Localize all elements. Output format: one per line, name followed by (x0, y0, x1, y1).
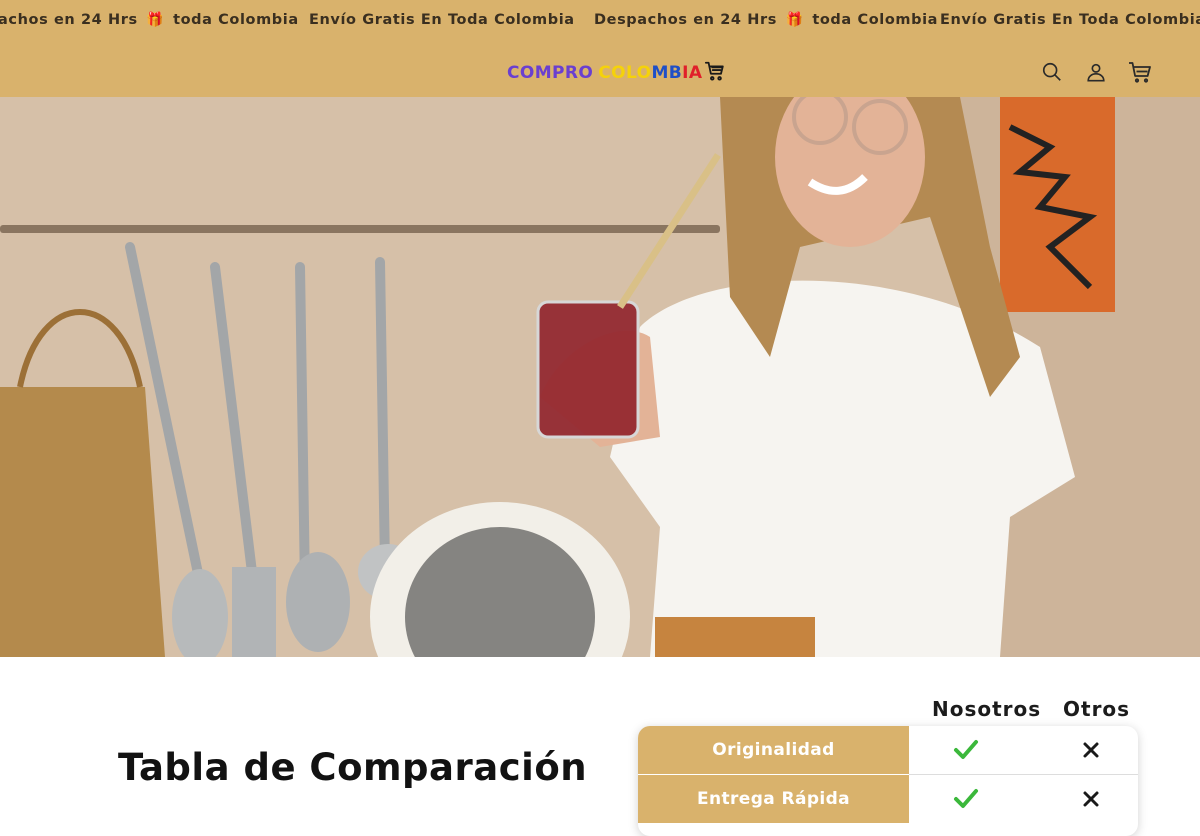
logo-word-colombia-red: IA (682, 63, 703, 83)
gift-icon: 🎁 (146, 12, 165, 28)
feature-label: Entrega Rápida (638, 775, 909, 823)
check-icon (909, 775, 1023, 823)
search-icon[interactable] (1039, 59, 1065, 85)
table-row: Originalidad (638, 726, 1138, 774)
announcement-bar: achos en 24 Hrs 🎁 toda Colombia Envío Gr… (0, 0, 1200, 42)
column-header-others: Otros (1063, 697, 1131, 721)
cross-icon (1034, 775, 1138, 823)
cross-icon (1034, 726, 1138, 774)
announcement-message: Envío Gratis En Toda Colombia (940, 12, 1200, 28)
check-icon (909, 726, 1023, 774)
logo-word-colombia-yellow: COLO (598, 63, 652, 83)
cart-icon[interactable] (1127, 59, 1153, 85)
store-logo[interactable]: COMPRO COLO MB IA (507, 60, 726, 86)
announcement-message: achos en 24 Hrs 🎁 toda Colombia (0, 12, 299, 28)
gift-icon: 🎁 (785, 12, 804, 28)
comparison-table: Originalidad Entrega Rápida (638, 726, 1138, 836)
announcement-message: Envío Gratis En Toda Colombia (309, 12, 575, 28)
logo-word-colombia-blue: MB (651, 63, 683, 83)
site-header: COMPRO COLO MB IA (0, 42, 1200, 97)
announcement-message: Despachos en 24 Hrs 🎁 toda Colombia (594, 12, 939, 28)
column-header-us: Nosotros (932, 697, 1042, 721)
hero-banner-image (0, 97, 1200, 657)
top-band: achos en 24 Hrs 🎁 toda Colombia Envío Gr… (0, 0, 1200, 97)
logo-word-compro: COMPRO (507, 63, 594, 83)
logo-cart-icon (704, 60, 726, 87)
comparison-title: Tabla de Comparación (118, 746, 588, 789)
account-icon[interactable] (1083, 59, 1109, 85)
hero-illustration (0, 97, 1200, 657)
table-row: Entrega Rápida (638, 775, 1138, 823)
feature-label: Originalidad (638, 726, 909, 774)
